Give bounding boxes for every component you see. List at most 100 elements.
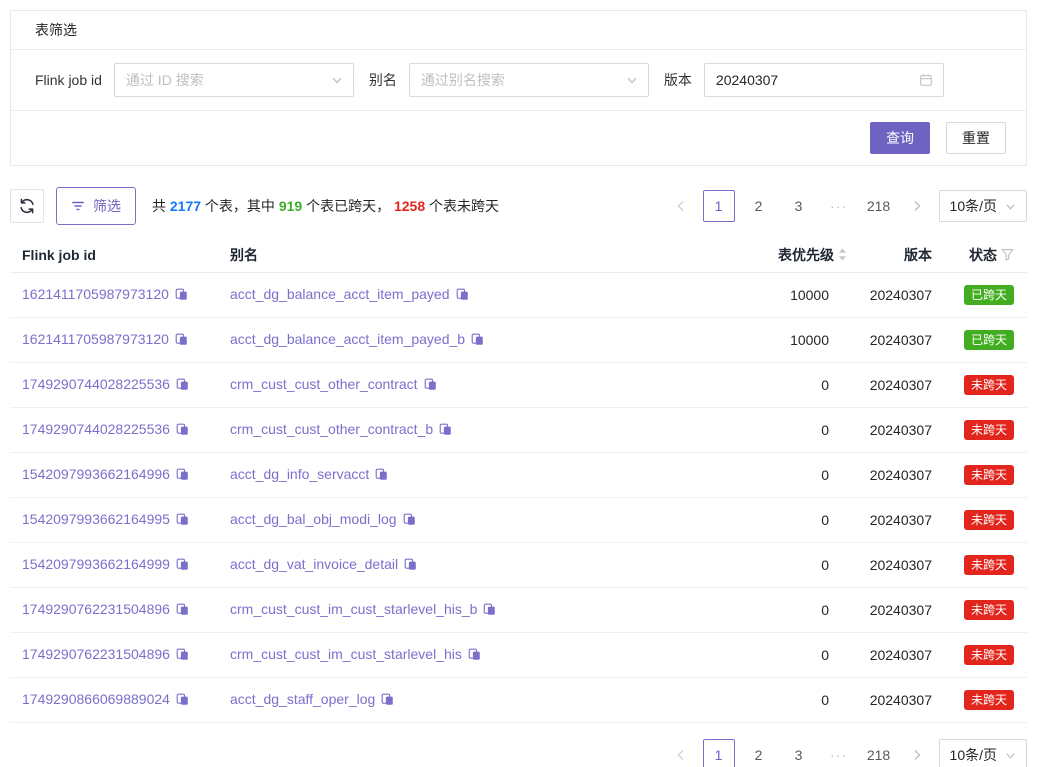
job-id-link[interactable]: 1621411705987973120	[22, 286, 169, 302]
flink-job-id-select[interactable]: 通过 ID 搜索	[114, 63, 354, 97]
version-date-picker[interactable]	[704, 63, 944, 97]
version-cell: 20240307	[847, 377, 932, 393]
job-id-link[interactable]: 1749290744028225536	[22, 421, 170, 437]
job-id-link[interactable]: 1749290866069889024	[22, 691, 170, 707]
pagination-page-218[interactable]: 218	[863, 739, 895, 767]
filter-panel-button[interactable]: 筛选	[56, 187, 136, 225]
copy-icon[interactable]	[176, 603, 189, 619]
pagination-page-3[interactable]: 3	[783, 739, 815, 767]
pagination-ellipsis[interactable]: ···	[823, 190, 855, 222]
pagination-page-2[interactable]: 2	[743, 739, 775, 767]
job-id-link[interactable]: 1542097993662164995	[22, 511, 170, 527]
job-id-link[interactable]: 1542097993662164999	[22, 556, 170, 572]
copy-icon[interactable]	[176, 693, 189, 709]
version-cell: 20240307	[847, 287, 932, 303]
alias-cell: crm_cust_cust_other_contract	[218, 376, 657, 394]
table-header-row: Flink job id 别名 表优先级 版本 状态	[10, 237, 1027, 273]
alias-select[interactable]: 通过别名搜索	[409, 63, 649, 97]
alias-link[interactable]: acct_dg_vat_invoice_detail	[230, 556, 398, 572]
copy-icon[interactable]	[175, 333, 188, 349]
job-id-cell: 1749290744028225536	[10, 376, 218, 394]
data-table: Flink job id 别名 表优先级 版本 状态 1621411705987…	[10, 237, 1027, 723]
flink-job-id-label: Flink job id	[35, 72, 102, 88]
job-id-link[interactable]: 1542097993662164996	[22, 466, 170, 482]
pagination-page-1[interactable]: 1	[703, 190, 735, 222]
copy-icon[interactable]	[176, 648, 189, 664]
alias-cell: acct_dg_bal_obj_modi_log	[218, 511, 657, 529]
priority-cell: 0	[657, 602, 847, 618]
alias-link[interactable]: crm_cust_cust_other_contract	[230, 376, 418, 392]
alias-cell: acct_dg_vat_invoice_detail	[218, 556, 657, 574]
status-cell: 未跨天	[932, 645, 1027, 665]
field-alias: 别名 通过别名搜索	[369, 63, 649, 97]
alias-link[interactable]: crm_cust_cust_im_cust_starlevel_his	[230, 646, 462, 662]
copy-icon[interactable]	[176, 423, 189, 439]
sort-icon[interactable]	[838, 248, 847, 261]
page-size-select[interactable]: 10条/页	[939, 739, 1027, 767]
summary-text: 个表未跨天	[425, 198, 499, 214]
alias-link[interactable]: acct_dg_staff_oper_log	[230, 691, 375, 707]
column-header-priority[interactable]: 表优先级	[657, 245, 847, 265]
copy-icon[interactable]	[404, 558, 417, 574]
status-badge: 未跨天	[964, 510, 1014, 530]
version-label: 版本	[664, 70, 692, 90]
status-header-label: 状态	[969, 245, 997, 265]
chevron-down-icon	[1005, 750, 1016, 761]
reset-button[interactable]: 重置	[946, 122, 1006, 154]
alias-link[interactable]: acct_dg_info_servacct	[230, 466, 369, 482]
alias-link[interactable]: crm_cust_cust_im_cust_starlevel_his_b	[230, 601, 477, 617]
alias-link[interactable]: crm_cust_cust_other_contract_b	[230, 421, 433, 437]
chevron-left-icon[interactable]	[667, 739, 695, 767]
page-size-select[interactable]: 10条/页	[939, 190, 1027, 222]
chevron-down-icon	[331, 74, 343, 86]
version-date-input[interactable]	[716, 72, 913, 88]
copy-icon[interactable]	[176, 558, 189, 574]
copy-icon[interactable]	[456, 288, 469, 304]
job-id-link[interactable]: 1621411705987973120	[22, 331, 169, 347]
pagination-page-1[interactable]: 1	[703, 739, 735, 767]
copy-icon[interactable]	[439, 423, 452, 439]
status-cell: 未跨天	[932, 510, 1027, 530]
copy-icon[interactable]	[483, 603, 496, 619]
copy-icon[interactable]	[424, 378, 437, 394]
table-row: 1749290744028225536 crm_cust_cust_other_…	[10, 363, 1027, 408]
bottom-pagination-bar: 123 ··· 218 10条/页	[10, 739, 1027, 767]
alias-cell: crm_cust_cust_other_contract_b	[218, 421, 657, 439]
copy-icon[interactable]	[381, 693, 394, 709]
copy-icon[interactable]	[175, 288, 188, 304]
pagination-ellipsis[interactable]: ···	[823, 739, 855, 767]
priority-cell: 0	[657, 647, 847, 663]
pagination-page-2[interactable]: 2	[743, 190, 775, 222]
job-id-link[interactable]: 1749290762231504896	[22, 601, 170, 617]
priority-header-label: 表优先级	[778, 245, 834, 265]
chevron-down-icon	[1005, 201, 1016, 212]
summary-text: 共	[152, 198, 170, 214]
job-id-link[interactable]: 1749290744028225536	[22, 376, 170, 392]
status-cell: 已跨天	[932, 330, 1027, 350]
status-badge: 未跨天	[964, 645, 1014, 665]
chevron-right-icon[interactable]	[903, 190, 931, 222]
pagination-page-218[interactable]: 218	[863, 190, 895, 222]
refresh-button[interactable]	[10, 189, 44, 223]
alias-link[interactable]: acct_dg_balance_acct_item_payed	[230, 286, 450, 302]
copy-icon[interactable]	[468, 648, 481, 664]
copy-icon[interactable]	[471, 333, 484, 349]
job-id-link[interactable]: 1749290762231504896	[22, 646, 170, 662]
copy-icon[interactable]	[176, 513, 189, 529]
job-id-cell: 1542097993662164999	[10, 556, 218, 574]
copy-icon[interactable]	[176, 468, 189, 484]
filter-card-title: 表筛选	[11, 11, 1026, 50]
alias-link[interactable]: acct_dg_bal_obj_modi_log	[230, 511, 397, 527]
copy-icon[interactable]	[375, 468, 388, 484]
filter-lines-icon	[71, 199, 85, 213]
query-button[interactable]: 查询	[870, 122, 930, 154]
table-row: 1749290744028225536 crm_cust_cust_other_…	[10, 408, 1027, 453]
copy-icon[interactable]	[176, 378, 189, 394]
funnel-icon[interactable]	[1001, 248, 1014, 261]
pagination-page-3[interactable]: 3	[783, 190, 815, 222]
alias-link[interactable]: acct_dg_balance_acct_item_payed_b	[230, 331, 465, 347]
status-cell: 未跨天	[932, 555, 1027, 575]
copy-icon[interactable]	[403, 513, 416, 529]
chevron-left-icon[interactable]	[667, 190, 695, 222]
chevron-right-icon[interactable]	[903, 739, 931, 767]
